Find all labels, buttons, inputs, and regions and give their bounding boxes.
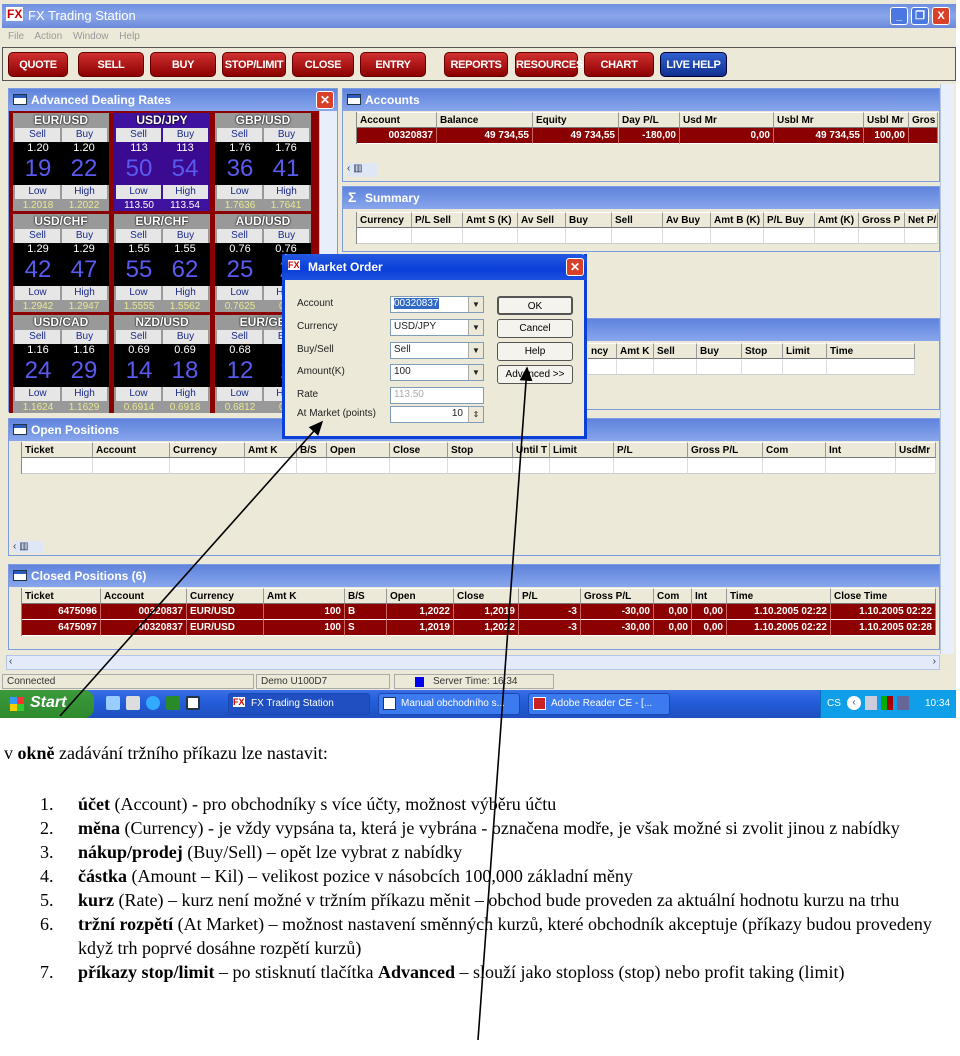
arrow-to-advanced (477, 366, 533, 1041)
annotation-arrows (59, 366, 533, 1041)
arrow-to-at-market (59, 420, 324, 717)
